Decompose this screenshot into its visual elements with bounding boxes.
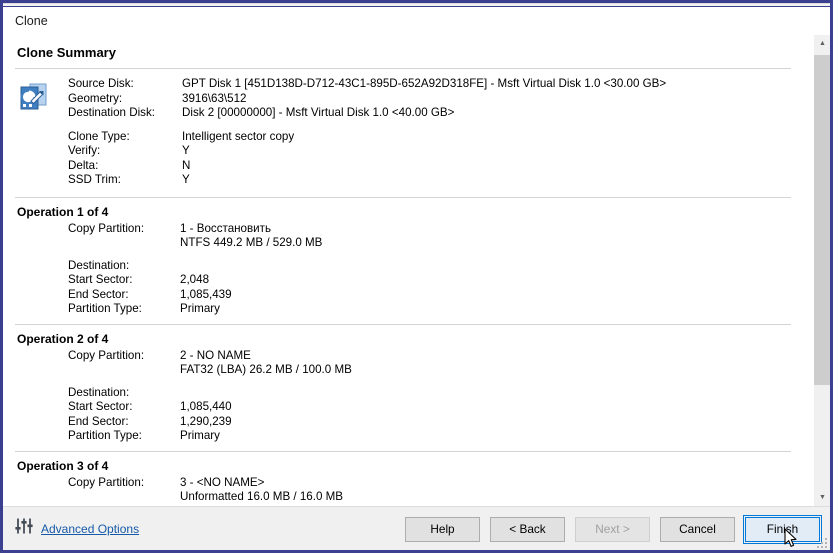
operation-heading: Operation 1 of 4	[17, 204, 109, 219]
back-button[interactable]: < Back	[490, 516, 565, 542]
summary-row-clone-type: Clone Type: Intelligent sector copy	[68, 130, 813, 145]
ssd-trim-label: SSD Trim:	[68, 173, 121, 186]
operation-heading: Operation 2 of 4	[17, 331, 109, 346]
footer-buttons: Help < Back Next > Cancel Finish	[405, 507, 822, 551]
summary-row-destination-disk: Destination Disk: Disk 2 [00000000] - Ms…	[68, 106, 813, 121]
partition-type-row: Partition Type: Primary	[68, 429, 813, 444]
clone-dialog: Clone Clone Summary Source Disk: GPT Dis…	[0, 6, 833, 553]
partition-type-label: Partition Type:	[68, 429, 142, 442]
clone-type-label: Clone Type:	[68, 129, 130, 143]
next-button: Next >	[575, 516, 650, 542]
dialog-content: Clone Summary Source Disk: GPT Disk 1 [4…	[3, 35, 830, 506]
summary-gap	[68, 121, 813, 130]
partition-type-label: Partition Type:	[68, 302, 142, 315]
partition-type-value: Primary	[180, 429, 220, 442]
operation-gap	[68, 378, 813, 386]
start-sector-row: Start Sector: 2,048	[68, 273, 813, 288]
destination-label: Destination:	[68, 385, 130, 399]
end-sector-row: End Sector: 1,085,439	[68, 288, 813, 303]
operation-rows: Copy Partition: 2 - NO NAME FAT32 (LBA) …	[17, 349, 813, 444]
summary-row-ssd-trim: SSD Trim: Y	[68, 173, 813, 188]
chevron-down-icon: ▼	[819, 494, 826, 501]
copy-partition-detail: NTFS 449.2 MB / 529.0 MB	[180, 236, 323, 249]
start-sector-label: Start Sector:	[68, 400, 133, 413]
start-sector-row: Start Sector: 1,085,440	[68, 400, 813, 415]
verify-value: Y	[182, 144, 190, 157]
copy-partition-value: 2 - NO NAME	[180, 348, 251, 362]
vertical-scrollbar[interactable]: ▲ ▼	[813, 35, 830, 506]
start-sector-value: 2,048	[180, 273, 210, 286]
geometry-value: 3916\63\512	[182, 91, 247, 105]
copy-partition-detail: Unformatted 16.0 MB / 16.0 MB	[180, 490, 344, 503]
scroll-up-button[interactable]: ▲	[814, 35, 830, 52]
source-disk-value: GPT Disk 1 [451D138D-D712-43C1-895D-652A…	[182, 77, 667, 90]
operation-section: Operation 1 of 4 Copy Partition: 1 - Вос…	[3, 198, 813, 324]
destination-row: Destination:	[68, 386, 813, 401]
end-sector-value: 1,290,239	[180, 414, 232, 428]
delta-value: N	[182, 158, 191, 172]
page-title: Clone Summary	[17, 45, 116, 60]
operation-gap	[68, 251, 813, 259]
copy-partition-row: Copy Partition: 1 - Восстановить	[68, 222, 813, 237]
destination-disk-value: Disk 2 [00000000] - Msft Virtual Disk 1.…	[182, 106, 455, 119]
operation-rows: Copy Partition: 1 - Восстановить NTFS 44…	[17, 222, 813, 317]
dialog-titlebar: Clone	[3, 7, 830, 35]
copy-partition-value: 1 - Восстановить	[180, 221, 271, 235]
scrollbar-thumb[interactable]	[814, 55, 830, 385]
copy-partition-label: Copy Partition:	[68, 221, 145, 235]
advanced-options-link[interactable]: Advanced Options	[41, 522, 139, 536]
destination-label: Destination:	[68, 258, 130, 272]
summary-row-geometry: Geometry: 3916\63\512	[68, 92, 813, 107]
copy-partition-value: 3 - <NO NAME>	[180, 475, 265, 489]
partition-type-row: Partition Type: Primary	[68, 302, 813, 317]
destination-row: Destination:	[68, 259, 813, 274]
summary-row-delta: Delta: N	[68, 159, 813, 174]
end-sector-row: End Sector: 1,290,239	[68, 415, 813, 430]
summary-block: Source Disk: GPT Disk 1 [451D138D-D712-4…	[3, 69, 813, 188]
end-sector-label: End Sector:	[68, 414, 129, 428]
destination-value	[180, 386, 813, 401]
copy-partition-row: Copy Partition: 3 - <NO NAME>	[68, 476, 813, 491]
help-button[interactable]: Help	[405, 516, 480, 542]
start-sector-label: Start Sector:	[68, 273, 133, 286]
copy-partition-label: Copy Partition:	[68, 475, 145, 489]
operation-rows: Copy Partition: 3 - <NO NAME> Unformatte…	[17, 476, 813, 507]
operation-section: Operation 2 of 4 Copy Partition: 2 - NO …	[3, 325, 813, 451]
chevron-up-icon: ▲	[819, 40, 826, 47]
sliders-icon	[14, 516, 34, 541]
ssd-trim-value: Y	[182, 173, 190, 186]
summary-rows: Source Disk: GPT Disk 1 [451D138D-D712-4…	[53, 77, 813, 188]
finish-button[interactable]: Finish	[743, 514, 822, 544]
destination-value	[180, 259, 813, 274]
clone-type-value: Intelligent sector copy	[182, 129, 295, 143]
copy-partition-detail: FAT32 (LBA) 26.2 MB / 100.0 MB	[180, 363, 352, 376]
operation-section: Operation 3 of 4 Copy Partition: 3 - <NO…	[3, 452, 813, 507]
operation-heading: Operation 3 of 4	[17, 458, 109, 473]
clone-disk-icon	[17, 77, 53, 188]
geometry-label: Geometry:	[68, 91, 123, 105]
summary-row-verify: Verify: Y	[68, 144, 813, 159]
source-disk-label: Source Disk:	[68, 77, 134, 90]
copy-partition-label: Copy Partition:	[68, 348, 145, 362]
verify-label: Verify:	[68, 144, 101, 157]
delta-label: Delta:	[68, 158, 99, 172]
partition-type-value: Primary	[180, 302, 220, 315]
advanced-options[interactable]: Advanced Options	[14, 516, 139, 541]
scroll-down-button[interactable]: ▼	[814, 489, 830, 506]
copy-partition-row: Copy Partition: 2 - NO NAME	[68, 349, 813, 364]
cancel-button[interactable]: Cancel	[660, 516, 735, 542]
end-sector-label: End Sector:	[68, 287, 129, 301]
dialog-title: Clone	[15, 14, 48, 28]
summary-scroll-area[interactable]: Clone Summary Source Disk: GPT Disk 1 [4…	[3, 35, 813, 506]
summary-row-source-disk: Source Disk: GPT Disk 1 [451D138D-D712-4…	[68, 77, 813, 92]
start-sector-value: 1,085,440	[180, 400, 232, 413]
destination-disk-label: Destination Disk:	[68, 106, 155, 119]
resize-grip[interactable]	[816, 537, 827, 548]
end-sector-value: 1,085,439	[180, 287, 232, 301]
dialog-footer: Advanced Options Help < Back Next > Canc…	[3, 506, 830, 550]
